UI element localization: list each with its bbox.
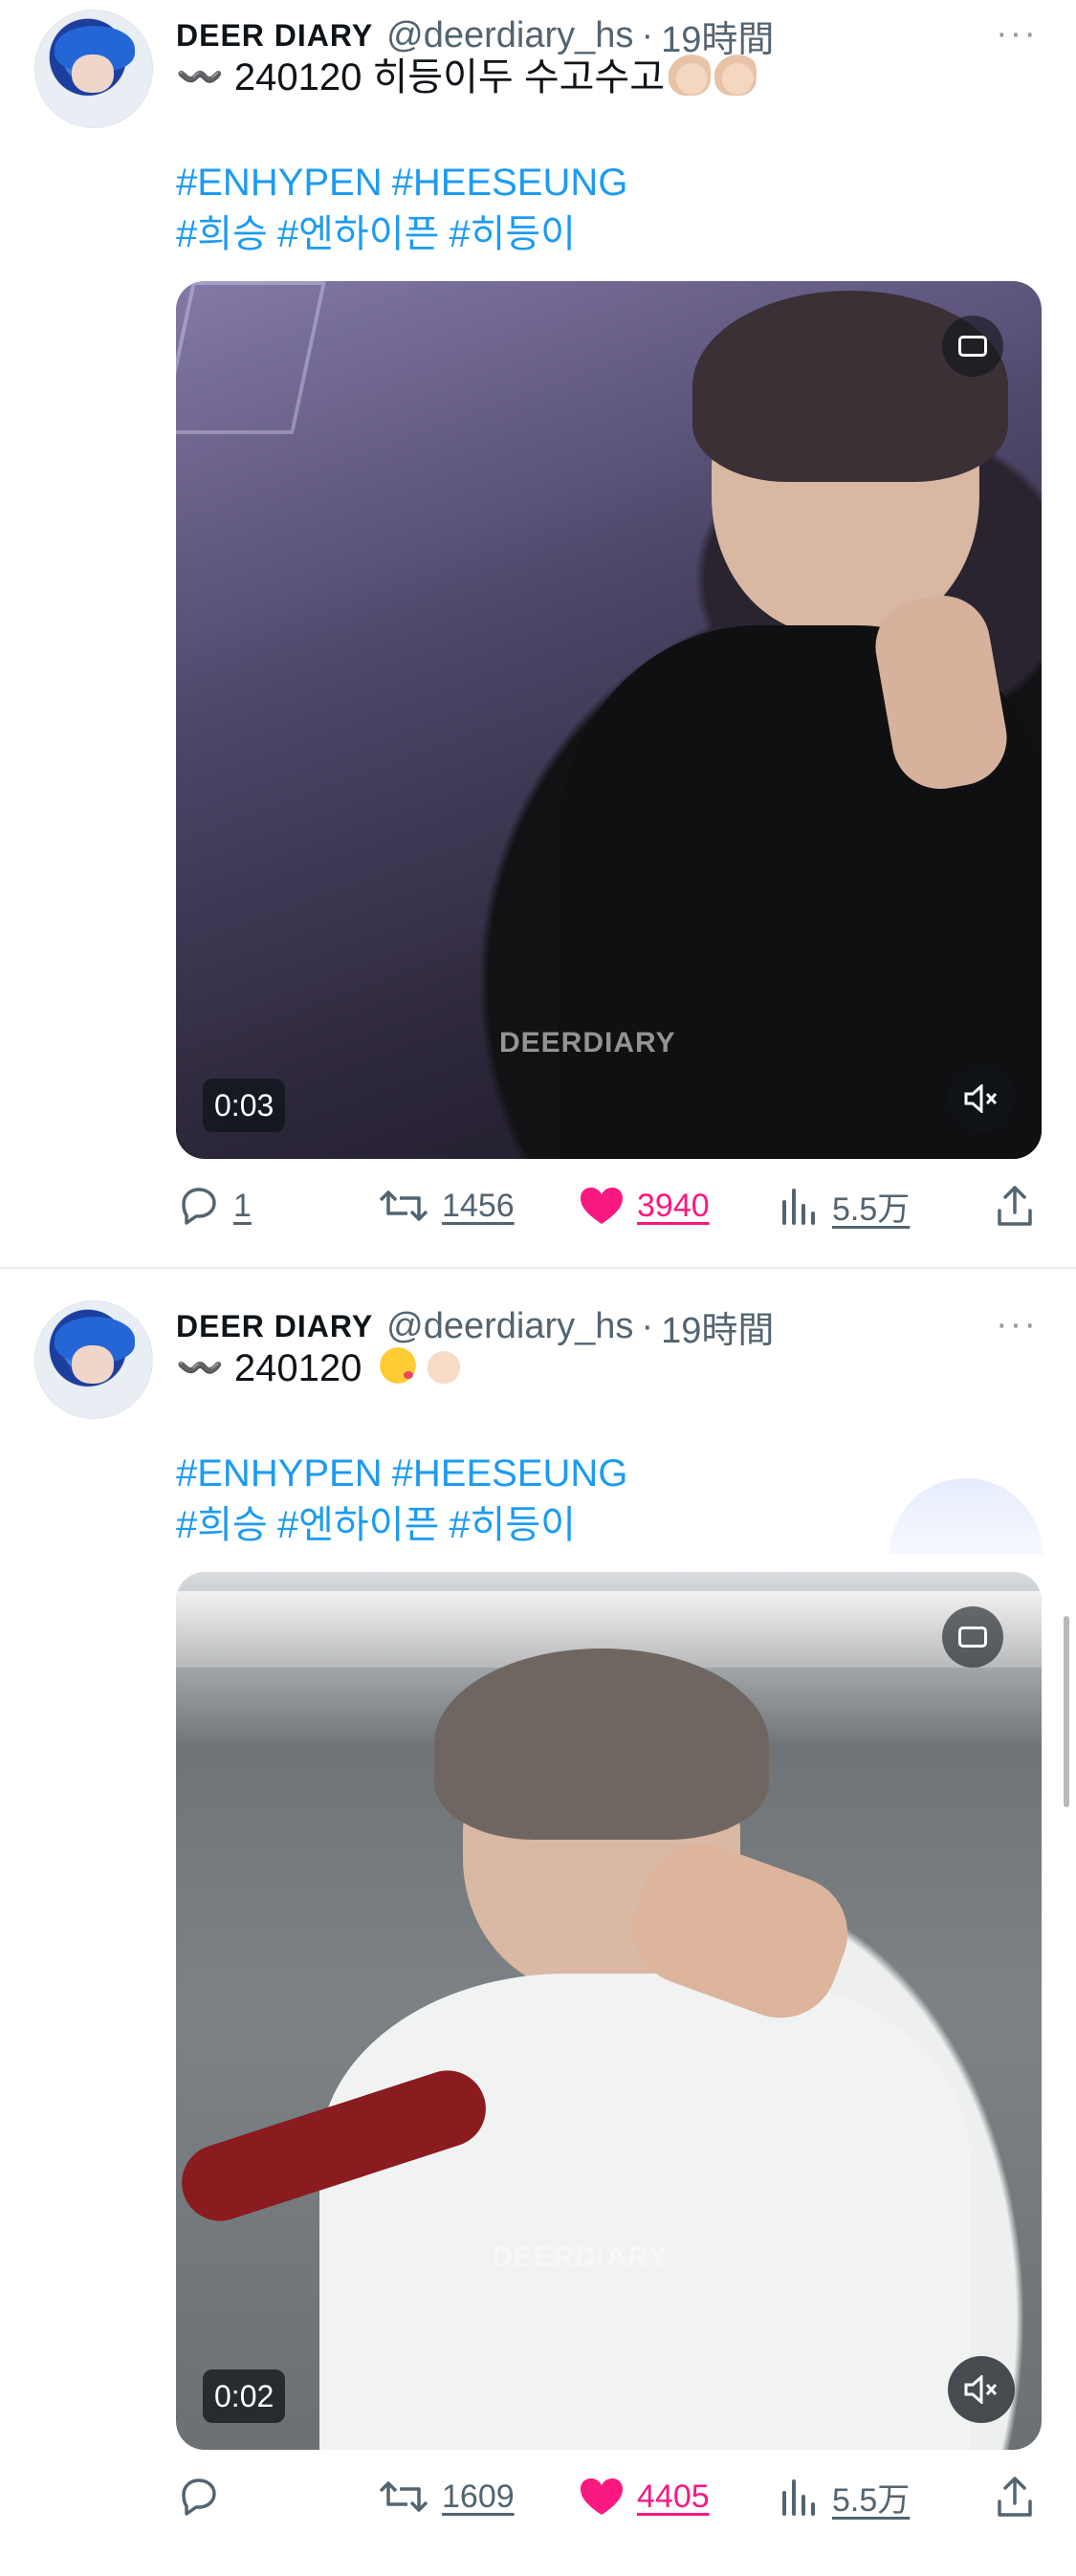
tweet-text-content: 〰️ 240120 히등이두 수고수고: [176, 56, 666, 98]
hashtag-link[interactable]: #ENHYPEN: [176, 1452, 383, 1495]
hashtag-link[interactable]: #엔하이픈: [277, 1504, 439, 1546]
retweet-icon: [379, 2481, 428, 2512]
tweet[interactable]: DEER DIARY @deerdiary_hs · 19時間 ··· 〰️ 2…: [0, 0, 1076, 1267]
hashtag-link[interactable]: #엔하이픈: [277, 213, 439, 255]
retweet-count: 1456: [442, 1187, 515, 1224]
reply-count: 1: [233, 1187, 252, 1224]
more-options-icon[interactable]: ···: [996, 13, 1038, 55]
hashtag-link[interactable]: #ENHYPEN: [176, 162, 383, 204]
reply-icon: [182, 1188, 216, 1225]
scrollbar[interactable]: [1064, 1616, 1069, 1807]
author-name[interactable]: DEER DIARY: [176, 18, 373, 54]
mute-icon[interactable]: [948, 2356, 1015, 2423]
thumbs-up-emoji-icon: [714, 54, 758, 96]
captions-toggle-icon[interactable]: [942, 1606, 1003, 1668]
hashtag-link[interactable]: #HEESEUNG: [392, 1452, 628, 1495]
hashtag-link[interactable]: #히등이: [449, 213, 576, 255]
hashtags-line: #희승 #엔하이픈 #히등이: [176, 1499, 585, 1551]
video-player[interactable]: DEERDIARY 0:02: [176, 1572, 1042, 2450]
tweet-divider: [0, 1267, 1076, 1269]
views-chart-icon: [782, 1189, 815, 1225]
retweet-icon: [379, 1190, 428, 1221]
views-count: 5.5万: [832, 2481, 911, 2519]
person-shirt: [319, 1974, 970, 2450]
author-handle[interactable]: @deerdiary_hs: [386, 1306, 633, 1347]
views-button[interactable]: 5.5万: [779, 2463, 910, 2530]
author-handle[interactable]: @deerdiary_hs: [386, 15, 633, 56]
video-duration: 0:03: [203, 1079, 286, 1132]
tweet-text: 〰️ 240120 히등이두 수고수고: [176, 52, 758, 103]
share-button[interactable]: [994, 1172, 1036, 1239]
thumbs-up-emoji-icon: [669, 54, 712, 96]
like-count: 3940: [637, 1187, 710, 1224]
retweet-button[interactable]: 1609: [377, 2463, 515, 2530]
hashtag-link[interactable]: #희승: [176, 1504, 268, 1546]
avatar[interactable]: [34, 10, 153, 128]
avatar[interactable]: [34, 1300, 153, 1419]
share-icon: [998, 1186, 1032, 1226]
tweet-text: 〰️ 240120: [176, 1343, 465, 1394]
heart-icon: [581, 2478, 623, 2515]
tweet[interactable]: DEER DIARY @deerdiary_hs · 19時間 ··· 〰️ 2…: [0, 1291, 1076, 2576]
share-icon: [998, 2477, 1032, 2517]
video-watermark: DEERDIARY: [492, 2241, 669, 2273]
more-options-icon[interactable]: ···: [996, 1304, 1038, 1345]
face-blowing-kiss-emoji-icon: [376, 1344, 419, 1386]
hashtags-line: #희승 #엔하이픈 #히등이: [176, 208, 585, 260]
hashtags-line: #ENHYPEN #HEESEUNG: [176, 1448, 637, 1499]
stage-truss: [176, 281, 327, 434]
tweet-text-content: 〰️ 240120: [176, 1347, 362, 1389]
separator-dot: ·: [641, 1305, 654, 1346]
hashtag-link[interactable]: #희승: [176, 213, 268, 255]
views-count: 5.5万: [832, 1190, 911, 1228]
captions-toggle-icon[interactable]: [942, 316, 1003, 377]
share-button[interactable]: [994, 2463, 1036, 2530]
like-button[interactable]: 3940: [578, 1172, 710, 1239]
like-count: 4405: [637, 2478, 710, 2515]
video-watermark: DEERDIARY: [499, 1027, 676, 1059]
author-name[interactable]: DEER DIARY: [176, 1309, 373, 1344]
views-chart-icon: [782, 2479, 815, 2516]
waving-hand-emoji-icon: [422, 1344, 465, 1386]
views-button[interactable]: 5.5万: [779, 1172, 910, 1239]
heart-icon: [581, 1188, 623, 1224]
reply-icon: [182, 2478, 216, 2516]
tweet-actions: 1609 4405 5.5万: [176, 2463, 1042, 2530]
hashtag-link[interactable]: #HEESEUNG: [392, 162, 628, 204]
tweet-actions: 1 1456 3940 5.5万: [176, 1172, 1042, 1239]
mute-icon[interactable]: [948, 1065, 1015, 1132]
reply-button[interactable]: [176, 2463, 233, 2530]
timestamp[interactable]: 19時間: [661, 1300, 774, 1353]
retweet-count: 1609: [442, 2478, 515, 2515]
reply-button[interactable]: 1: [176, 1172, 252, 1239]
hashtag-link[interactable]: #히등이: [449, 1504, 576, 1546]
video-duration: 0:02: [203, 2369, 286, 2423]
person-hair: [434, 1648, 769, 1840]
separator-dot: ·: [641, 14, 654, 55]
retweet-button[interactable]: 1456: [377, 1172, 515, 1239]
like-button[interactable]: 4405: [578, 2463, 710, 2530]
video-player[interactable]: DEERDIARY 0:03: [176, 281, 1042, 1159]
hashtags-line: #ENHYPEN #HEESEUNG: [176, 157, 637, 208]
